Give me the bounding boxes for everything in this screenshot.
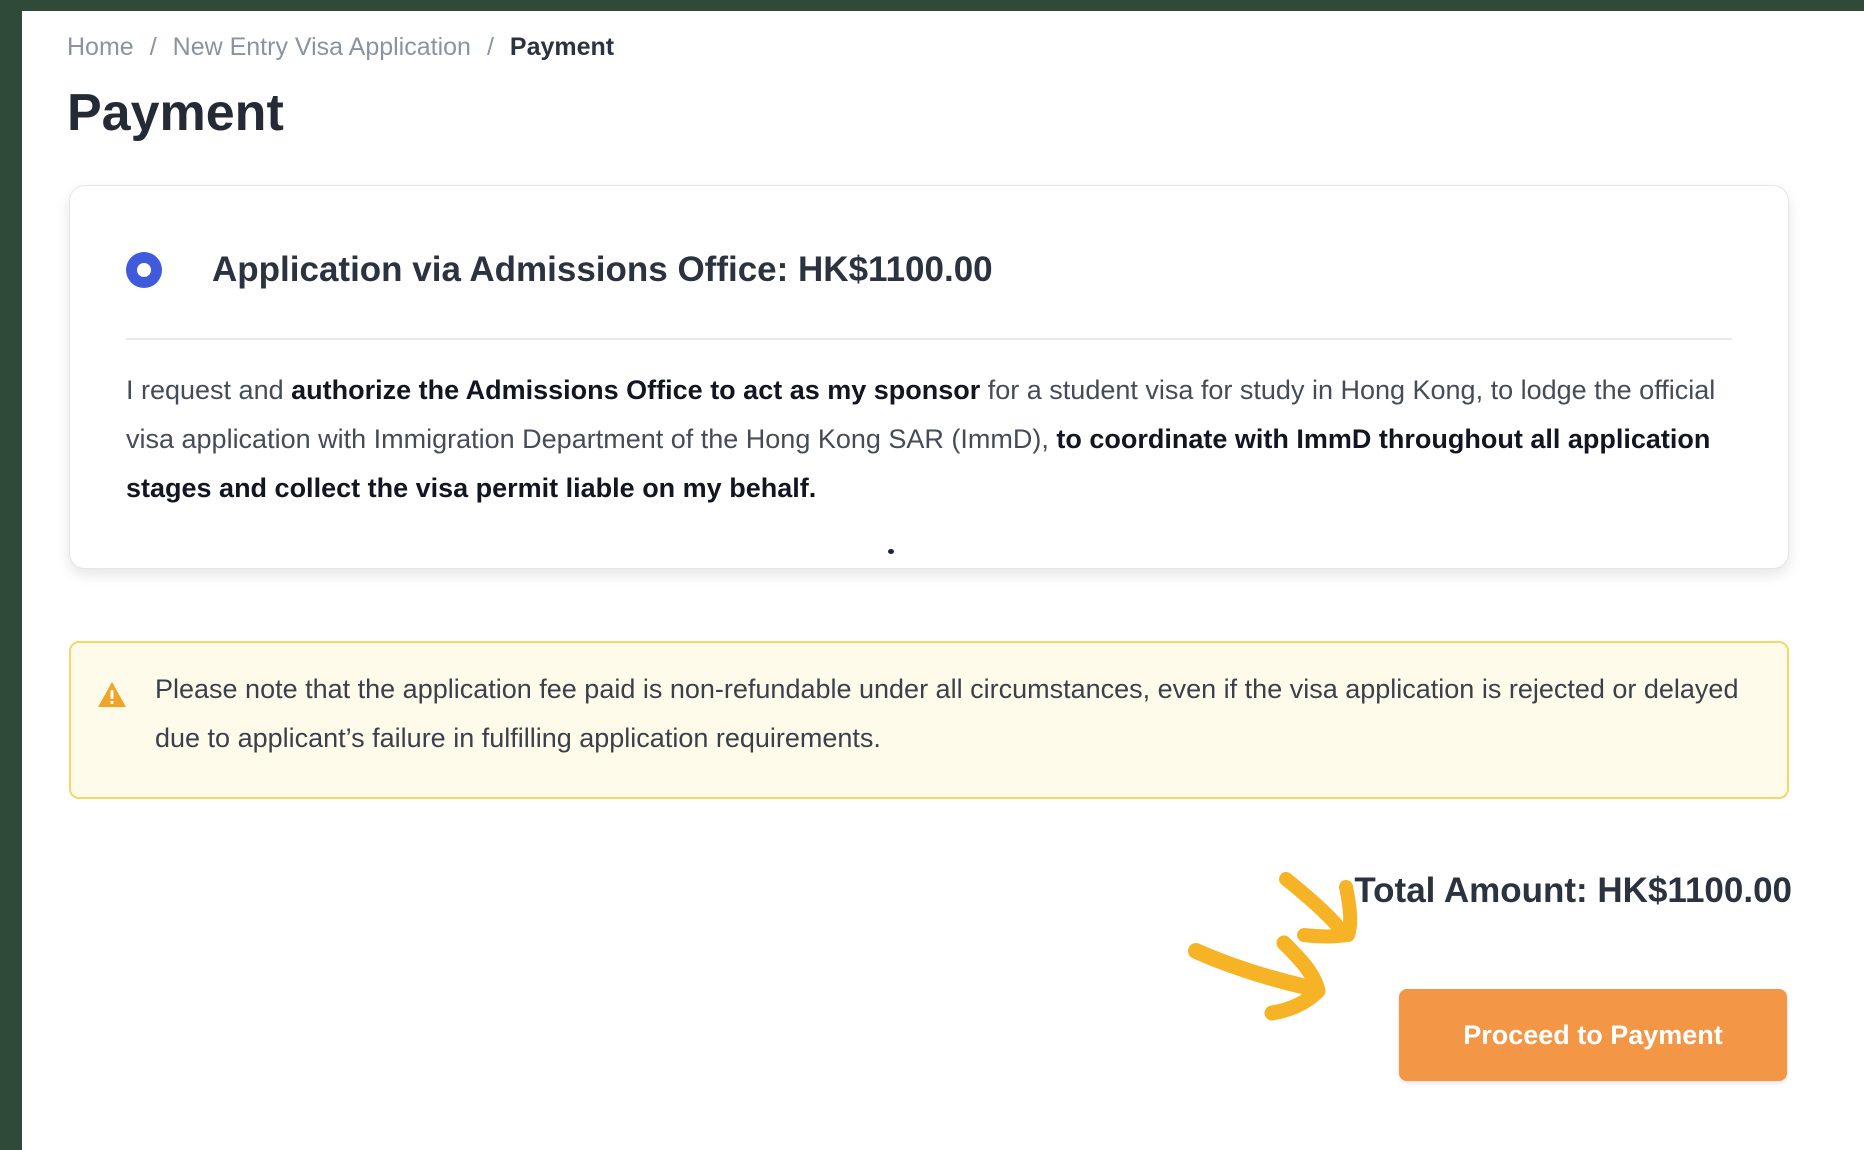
breadcrumb-current: Payment: [509, 33, 615, 61]
breadcrumb: Home / New Entry Visa Application / Paym…: [67, 33, 614, 62]
warning-text: Please note that the application fee pai…: [155, 674, 1739, 753]
payment-option-card: Application via Admissions Office: HK$11…: [69, 185, 1789, 569]
warning-notice: Please note that the application fee pai…: [69, 641, 1789, 799]
payment-option-label: Application via Admissions Office: HK$11…: [212, 250, 993, 289]
breadcrumb-home-link[interactable]: Home: [67, 33, 134, 62]
breadcrumb-visa-application-link[interactable]: New Entry Visa Application: [173, 33, 471, 62]
total-amount: Total Amount: HK$1100.00: [1354, 871, 1792, 910]
description-text: I request and: [126, 375, 292, 405]
payment-option[interactable]: Application via Admissions Office: HK$11…: [126, 250, 993, 290]
payment-page: Home / New Entry Visa Application / Paym…: [22, 11, 1864, 1150]
annotation-arrows-icon: [1188, 872, 1358, 1021]
radio-button-selected[interactable]: [126, 252, 162, 288]
description-bold-text: authorize the Admissions Office to act a…: [291, 375, 981, 405]
breadcrumb-separator: /: [486, 33, 494, 61]
authorization-description: I request and authorize the Admissions O…: [126, 366, 1736, 513]
divider: [126, 338, 1732, 340]
stray-dot: [888, 549, 894, 554]
warning-triangle-icon: [97, 681, 127, 714]
proceed-to-payment-button[interactable]: Proceed to Payment: [1399, 989, 1787, 1081]
breadcrumb-separator: /: [149, 33, 157, 61]
page-title: Payment: [67, 84, 284, 142]
